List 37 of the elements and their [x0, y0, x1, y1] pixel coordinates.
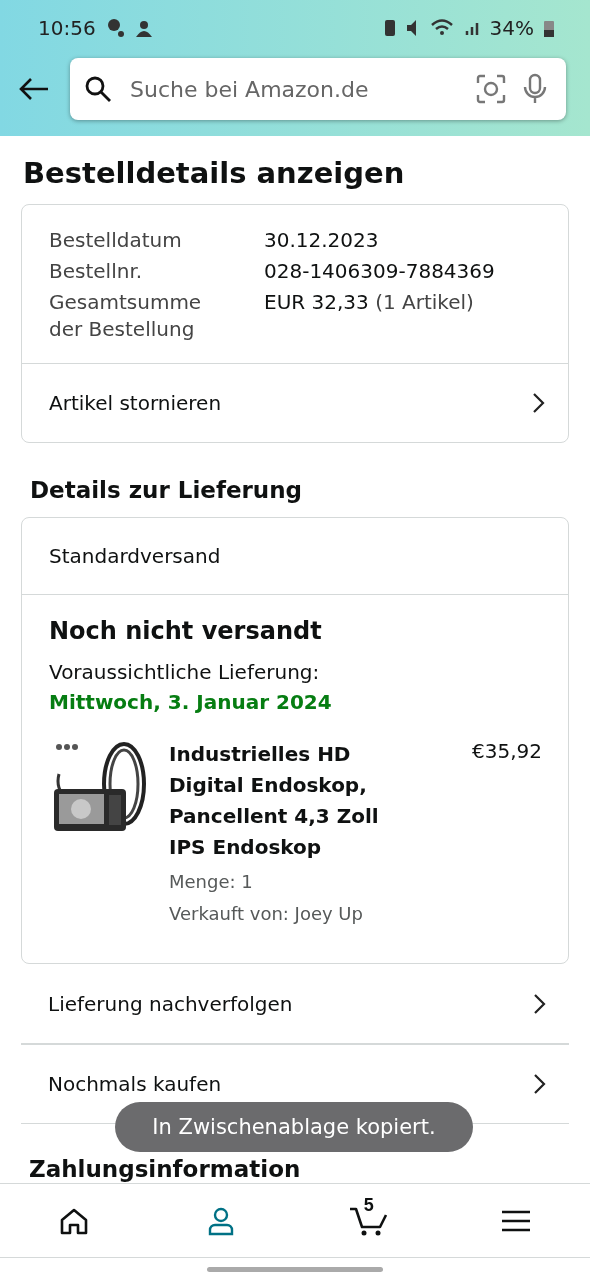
product-name[interactable]: Industrielles HD Digital Endoskop, Pancellent 4,3 Zoll IPS Endoskop	[169, 739, 394, 863]
toast-message: In Zwischenablage kopiert.	[115, 1102, 473, 1152]
status-time: 10:56	[38, 16, 96, 40]
row-label: Artikel stornieren	[49, 391, 222, 415]
section-heading: Details zur Lieferung	[30, 477, 304, 503]
battery-percentage: 34%	[489, 16, 534, 40]
battery-icon	[544, 19, 554, 37]
field-value: 30.12.2023	[264, 227, 380, 254]
delivery-date: Mittwoch, 3. Januar 2024	[49, 689, 333, 716]
chevron-right-icon	[533, 1073, 547, 1095]
home-icon	[58, 1206, 89, 1235]
search-bar[interactable]: Suche bei Amazon.de	[70, 58, 566, 120]
page-title: Bestelldetails anzeigen	[23, 156, 406, 190]
microphone-icon[interactable]	[522, 73, 548, 105]
field-label: Gesamtsumme der Bestellung	[49, 289, 203, 343]
search-icon	[84, 75, 112, 103]
product-price: €35,92	[472, 739, 542, 765]
shipping-method: Standardversand	[48, 543, 222, 570]
row-label: Lieferung nachverfolgen	[48, 992, 293, 1016]
quantity: Menge: 1	[169, 870, 254, 894]
cancel-items-row[interactable]: Artikel stornieren	[22, 363, 568, 442]
row-label: Nochmals kaufen	[48, 1072, 222, 1096]
camera-scan-icon[interactable]	[476, 74, 506, 104]
chevron-right-icon	[533, 993, 547, 1015]
link-row[interactable]: Lieferung nachverfolgen	[21, 964, 569, 1044]
field-value: 028-1406309-7884369	[264, 258, 496, 285]
field-value: EUR 32,33 (1 Artikel)	[264, 289, 475, 316]
chevron-right-icon	[532, 392, 546, 414]
menu-icon	[501, 1208, 532, 1233]
shipment-status: Noch nicht versandt	[49, 617, 323, 645]
field-label: Bestelldatum	[49, 227, 183, 254]
section-heading: Zahlungsinformation	[29, 1156, 302, 1182]
seller: Verkauft von: Joey Up	[169, 902, 364, 926]
field-label: Bestellnr.	[49, 258, 144, 285]
delivery-estimate-label: Voraussichtliche Lieferung:	[49, 659, 321, 686]
battery-saver-icon	[383, 17, 396, 39]
back-arrow-icon[interactable]	[18, 77, 50, 101]
